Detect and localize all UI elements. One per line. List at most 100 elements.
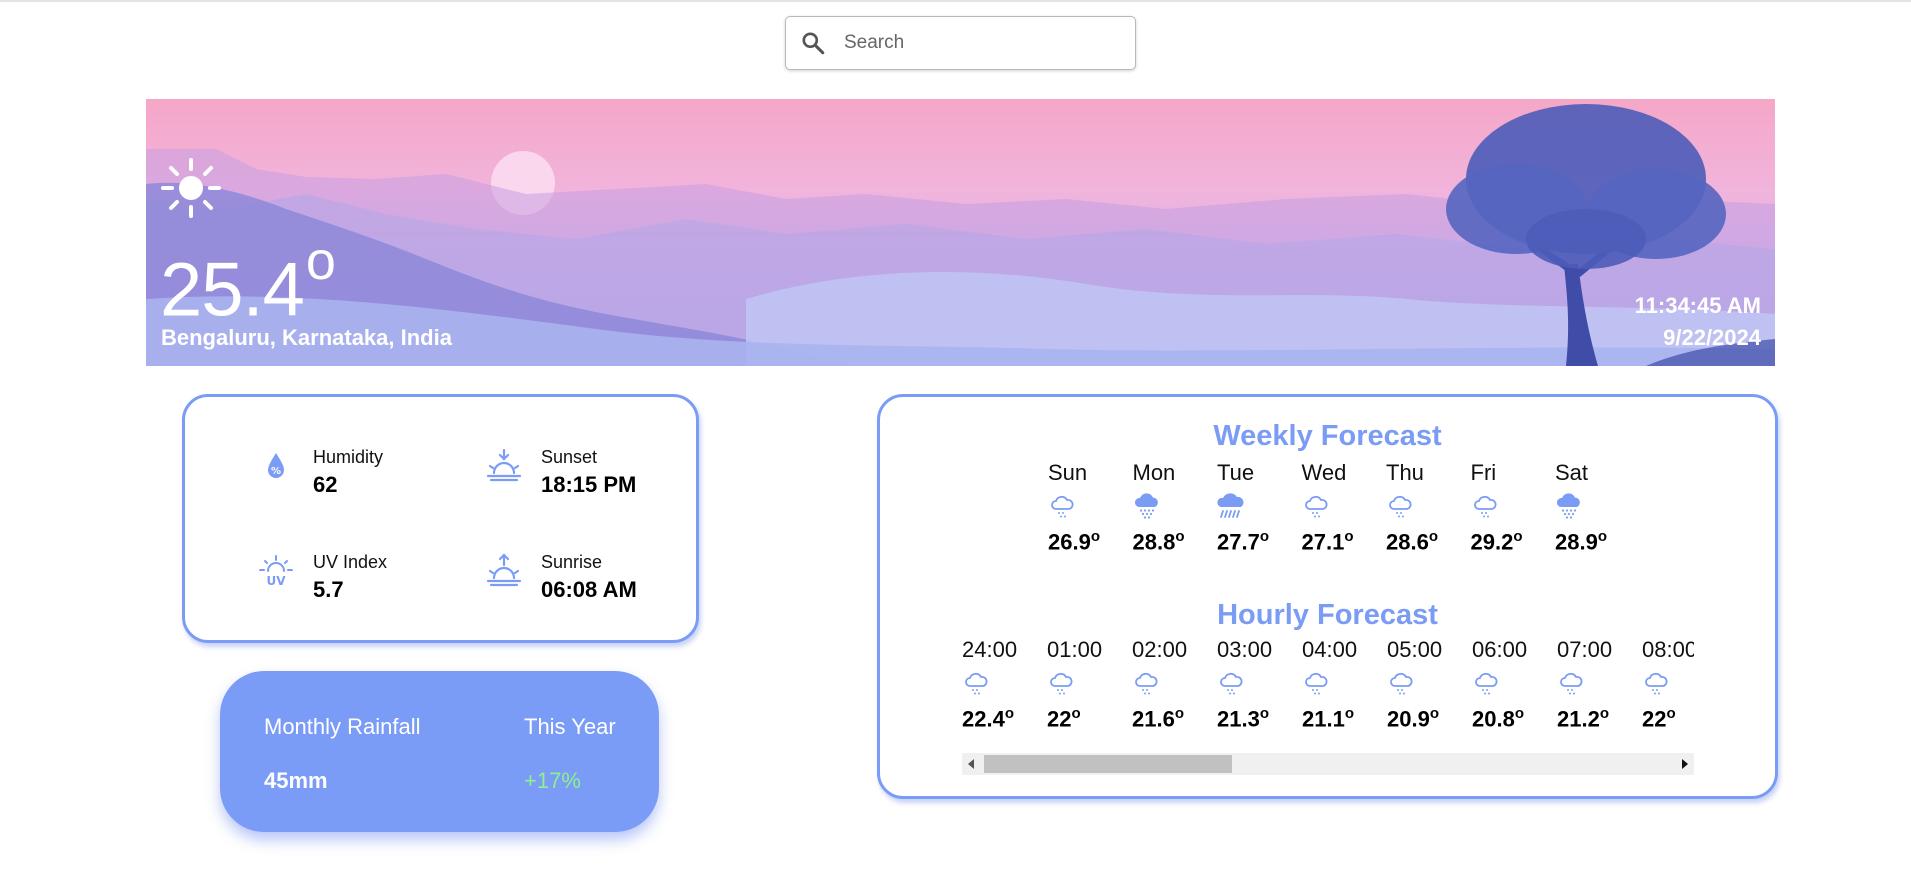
hourly-item: 07:00 21.2o xyxy=(1557,637,1637,732)
hour-temp-value: 21.1 xyxy=(1302,706,1345,732)
hour-label: 24:00 xyxy=(962,637,1018,662)
uv-value: 5.7 xyxy=(313,577,344,602)
day-temperature: 27.1o xyxy=(1302,528,1382,555)
hour-label: 08:00 xyxy=(1642,637,1694,662)
degree-symbol: o xyxy=(1599,705,1609,722)
degree-symbol: o xyxy=(1071,705,1081,722)
svg-text:UV: UV xyxy=(266,574,286,588)
hour-temperature: 21.3o xyxy=(1217,705,1297,732)
drizzle-icon xyxy=(1475,672,1498,695)
hour-temp-value: 21.2 xyxy=(1557,706,1600,732)
search-icon xyxy=(802,32,825,55)
degree-symbol: o xyxy=(1344,705,1354,722)
forecast-day: Mon 28.8o xyxy=(1133,460,1213,555)
day-temperature: 28.9o xyxy=(1555,528,1635,555)
search-input[interactable] xyxy=(844,27,1114,59)
rainfall-title: Monthly Rainfall xyxy=(264,714,421,739)
hourly-item: 03:00 21.3o xyxy=(1217,637,1297,732)
day-temperature: 27.7o xyxy=(1217,528,1297,555)
forecast-day: Tue 27.7o xyxy=(1217,460,1297,555)
degree-symbol: o xyxy=(1597,528,1607,545)
humidity-icon: % xyxy=(268,453,284,478)
hour-label: 04:00 xyxy=(1302,637,1358,662)
degree-symbol: o xyxy=(1666,705,1676,722)
rainfall-period-label: This Year xyxy=(524,714,616,739)
uv-label: UV Index xyxy=(313,552,388,572)
hour-temperature: 21.1o xyxy=(1302,705,1382,732)
day-name: Mon xyxy=(1132,460,1176,485)
weekly-forecast-title: Weekly Forecast xyxy=(1213,420,1442,452)
forecast-day: Sun 26.9o xyxy=(1048,460,1128,555)
monthly-rainfall-card: Monthly Rainfall This Year 45mm +17% xyxy=(220,671,659,832)
degree-symbol: o xyxy=(1175,528,1185,545)
forecast-card: Weekly Forecast Sun 26.9o Mon 28.8o Tue 27.7o… xyxy=(877,394,1778,799)
hour-temperature: 22o xyxy=(1642,705,1694,732)
day-temp-value: 28.9 xyxy=(1555,529,1598,555)
hour-temp-value: 20.8 xyxy=(1472,706,1515,732)
hour-temperature: 20.9o xyxy=(1387,705,1467,732)
degree-symbol: o xyxy=(1428,528,1438,545)
sunset-label: Sunset xyxy=(541,447,598,467)
degree-symbol: o xyxy=(1513,528,1523,545)
hour-temp-value: 22.4 xyxy=(962,706,1005,732)
sunrise-value: 06:08 AM xyxy=(541,577,637,602)
hour-temperature: 22o xyxy=(1047,705,1127,732)
scroll-right-arrow[interactable] xyxy=(1682,759,1688,769)
hourly-item: 01:00 22o xyxy=(1047,637,1127,732)
hour-temp-value: 22 xyxy=(1642,706,1667,732)
drizzle-icon xyxy=(1390,672,1413,695)
day-temp-value: 28.6 xyxy=(1386,529,1429,555)
rain-cloud-icon xyxy=(1134,493,1158,519)
degree-symbol: o xyxy=(1429,705,1439,722)
scrollbar-thumb[interactable] xyxy=(984,755,1232,773)
current-date: 9/22/2024 xyxy=(1663,325,1761,350)
hour-label: 07:00 xyxy=(1557,637,1613,662)
degree-symbol: o xyxy=(1090,528,1100,545)
day-name: Wed xyxy=(1301,460,1347,485)
forecast-day: Wed 27.1o xyxy=(1302,460,1382,555)
degree-symbol: o xyxy=(305,231,336,291)
drizzle-icon xyxy=(1389,495,1412,518)
heavy-rain-icon xyxy=(1217,493,1244,518)
drizzle-icon xyxy=(1051,495,1074,518)
hourly-scrollbar[interactable] xyxy=(962,753,1694,775)
degree-symbol: o xyxy=(1344,528,1354,545)
hour-temperature: 22.4o xyxy=(962,705,1042,732)
sun-icon xyxy=(161,158,221,218)
day-temp-value: 28.8 xyxy=(1132,529,1176,555)
day-temp-value: 27.1 xyxy=(1301,529,1345,555)
degree-symbol: o xyxy=(1514,705,1524,722)
degree-symbol: o xyxy=(1259,528,1269,545)
sunset-icon xyxy=(486,448,522,482)
hour-temp-value: 21.3 xyxy=(1217,706,1260,732)
top-divider xyxy=(0,0,1911,2)
current-temperature: 25.4o xyxy=(160,231,336,333)
hour-label: 06:00 xyxy=(1472,637,1528,662)
hourly-item: 02:00 21.6o xyxy=(1132,637,1212,732)
humidity-value: 62 xyxy=(313,472,338,497)
sunrise-label: Sunrise xyxy=(541,552,603,572)
day-name: Fri xyxy=(1470,460,1497,485)
forecast-day: Fri 29.2o xyxy=(1471,460,1551,555)
current-time: 11:34:45 AM xyxy=(1634,293,1761,318)
hour-temp-value: 21.6 xyxy=(1132,706,1175,732)
day-temperature: 26.9o xyxy=(1048,528,1128,555)
drizzle-icon xyxy=(1220,672,1243,695)
hourly-forecast-title: Hourly Forecast xyxy=(1217,599,1438,631)
drizzle-icon xyxy=(1305,672,1328,695)
drizzle-icon xyxy=(1473,495,1496,518)
scroll-left-arrow[interactable] xyxy=(968,759,974,769)
degree-symbol: o xyxy=(1259,705,1269,722)
day-temperature: 28.8o xyxy=(1133,528,1213,555)
uv-icon: UV xyxy=(259,555,293,588)
forecast-day: Sat 28.9o xyxy=(1555,460,1635,555)
day-name: Thu xyxy=(1386,460,1424,485)
hour-label: 05:00 xyxy=(1387,637,1443,662)
hourly-item: 05:00 20.9o xyxy=(1387,637,1467,732)
highlights-card: % Humidity 62 Sunset 18:15 PM UV UV Inde… xyxy=(182,394,699,643)
current-weather-banner: 25.4o Bengaluru, Karnataka, India 11:34:… xyxy=(146,99,1775,366)
sunrise-icon xyxy=(486,553,522,587)
hourly-item: 04:00 21.1o xyxy=(1302,637,1382,732)
degree-symbol: o xyxy=(1174,705,1184,722)
search-box[interactable] xyxy=(785,16,1136,70)
